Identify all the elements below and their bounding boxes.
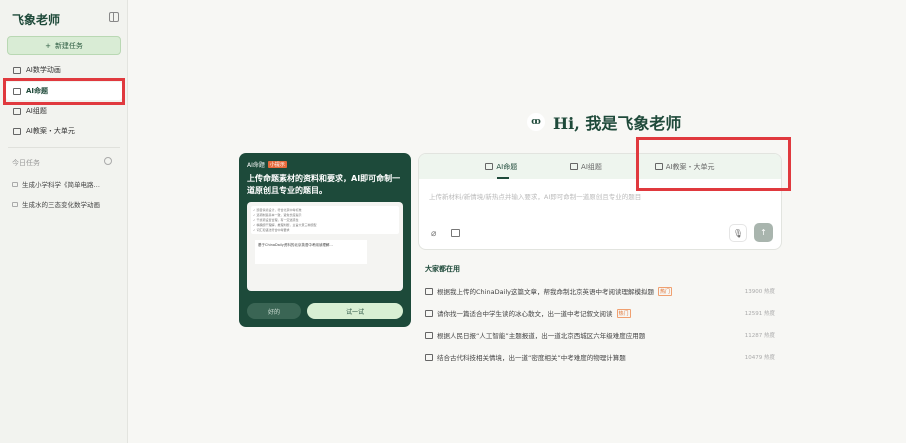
popular-item[interactable]: 根据我上传的ChinaDaily这篇文章，帮我命制北京英语中考阅读理解模拟题 热门… xyxy=(425,286,775,296)
sidebar-item-ai-compose[interactable]: AI组题 xyxy=(6,102,122,120)
tab-ai-compose[interactable]: AI组题 xyxy=(570,154,602,179)
task-label: 生成水的三态变化数学动画 xyxy=(22,201,100,209)
heat-count: 10479 热度 xyxy=(744,355,775,361)
task-label: 生成小学科学《简单电路… xyxy=(22,181,100,189)
collapse-sidebar-icon[interactable] xyxy=(109,12,119,22)
sidebar: 飞象老师 + 新建任务 AI数学动画 AI命题 AI组题 AI教案・大单元 今日任… xyxy=(0,0,128,443)
sidebar-item-label: AI教案・大单元 xyxy=(26,127,75,135)
preview-image: ✓ 题目情境设计，符合北京中考标准 ✓ 选项制造基本一致，避免长度提示 ✓ 干扰… xyxy=(247,202,403,291)
question-icon xyxy=(485,163,494,170)
preview-checklist: ✓ 题目情境设计，符合北京中考标准 ✓ 选项制造基本一致，避免长度提示 ✓ 干扰… xyxy=(251,206,399,234)
question-icon xyxy=(425,309,433,317)
tab-bar: AI命题 AI组题 AI教案・大单元 xyxy=(419,154,781,179)
tip-badge: 小提示 xyxy=(267,161,287,168)
heat-count: 13900 热度 xyxy=(744,289,775,295)
sidebar-item-ai-question[interactable]: AI命题 xyxy=(6,82,122,100)
tab-lesson-plan[interactable]: AI教案・大单元 xyxy=(654,154,715,179)
tooltip-card: AI命题 小提示 上传命题素材的资料和要求，AI即可命制一道原创且专业的题目。 ✓… xyxy=(239,153,411,327)
image-icon[interactable] xyxy=(451,229,460,237)
sidebar-item-math-animation[interactable]: AI数学动画 xyxy=(6,61,122,79)
question-icon xyxy=(13,87,21,95)
greeting-text: Hi, 我是飞象老师 xyxy=(553,114,682,133)
hot-badge: 热门 xyxy=(616,308,631,318)
today-tasks-heading: 今日任务 xyxy=(12,159,40,167)
chat-icon xyxy=(12,201,18,207)
tooltip-title: 上传命题素材的资料和要求，AI即可命制一道原创且专业的题目。 xyxy=(247,174,401,195)
prompt-input[interactable]: 上传新材料/新情境/新热点并输入要求，AI即可命制一道原创且专业的题目 xyxy=(419,179,781,213)
popular-item[interactable]: 根据人民日报“人工智能”主题报道，出一道北京西城区六年级难度应用题 11287 热… xyxy=(425,330,775,340)
new-task-button[interactable]: + 新建任务 xyxy=(7,36,121,55)
popular-text: 根据我上传的ChinaDaily这篇文章，帮我命制北京英语中考阅读理解模拟题 xyxy=(437,288,655,296)
logo: 飞象老师 xyxy=(12,13,61,27)
question-icon xyxy=(425,331,433,339)
book-icon xyxy=(654,163,663,170)
task-item[interactable]: 生成小学科学《简单电路… xyxy=(12,179,124,189)
tab-label: AI命题 xyxy=(496,162,518,171)
chat-icon xyxy=(12,181,18,187)
try-button[interactable]: 试一试 xyxy=(307,303,403,319)
compose-icon xyxy=(13,107,21,115)
avatar: ꝏ xyxy=(527,113,545,131)
greeting: ꝏ Hi, 我是飞象老师 xyxy=(527,110,681,134)
tooltip-tag: AI命题 xyxy=(247,162,265,169)
popular-text: 请你找一篇适合中学生读的冰心散文，出一道中考记叙文阅读 xyxy=(437,310,613,318)
tab-label: AI组题 xyxy=(581,162,602,171)
send-button[interactable]: ↑ xyxy=(754,223,773,242)
heat-count: 12591 热度 xyxy=(744,311,775,317)
question-icon xyxy=(425,353,433,361)
animation-icon xyxy=(13,66,21,74)
compose-icon xyxy=(570,163,579,170)
book-icon xyxy=(13,127,21,135)
question-icon xyxy=(425,287,433,295)
task-item[interactable]: 生成水的三态变化数学动画 xyxy=(12,199,124,209)
popular-text: 结合古代科技相关情境，出一道“密度相关”中考难度的物理计算题 xyxy=(437,354,626,362)
input-card: AI命题 AI组题 AI教案・大单元 上传新材料/新情境/新热点并输入要求，AI… xyxy=(418,153,782,250)
attach-icon[interactable]: ⌀ xyxy=(431,229,436,239)
tab-label: AI教案・大单元 xyxy=(665,162,715,171)
preview-line: ✓ 词汇和语法符合中考要求 xyxy=(253,228,290,232)
ok-button[interactable]: 好的 xyxy=(247,303,301,319)
sidebar-item-lesson-plan[interactable]: AI教案・大单元 xyxy=(6,122,122,140)
popular-text: 根据人民日报“人工智能”主题报道，出一道北京西城区六年级难度应用题 xyxy=(437,332,646,340)
popular-heading: 大家都在用 xyxy=(425,265,460,273)
sidebar-item-label: AI数学动画 xyxy=(26,66,61,74)
heat-count: 11287 热度 xyxy=(744,333,775,339)
tab-ai-question[interactable]: AI命题 xyxy=(485,154,517,179)
plus-icon: + xyxy=(45,41,51,50)
preview-doc: 基于ChinaDaily资料的北京英语中考阅读理解... xyxy=(255,240,367,264)
new-task-label: 新建任务 xyxy=(54,41,83,50)
popular-item[interactable]: 结合古代科技相关情境，出一道“密度相关”中考难度的物理计算题 10479 热度 xyxy=(425,352,775,362)
hot-badge: 热门 xyxy=(658,286,673,296)
microphone-button[interactable]: 🎙 xyxy=(729,224,747,242)
sidebar-item-label: AI命题 xyxy=(26,87,49,95)
divider xyxy=(8,147,120,148)
search-icon[interactable] xyxy=(104,157,112,165)
popular-item[interactable]: 请你找一篇适合中学生读的冰心散文，出一道中考记叙文阅读 热门 12591 热度 xyxy=(425,308,775,318)
sidebar-item-label: AI组题 xyxy=(26,107,47,115)
